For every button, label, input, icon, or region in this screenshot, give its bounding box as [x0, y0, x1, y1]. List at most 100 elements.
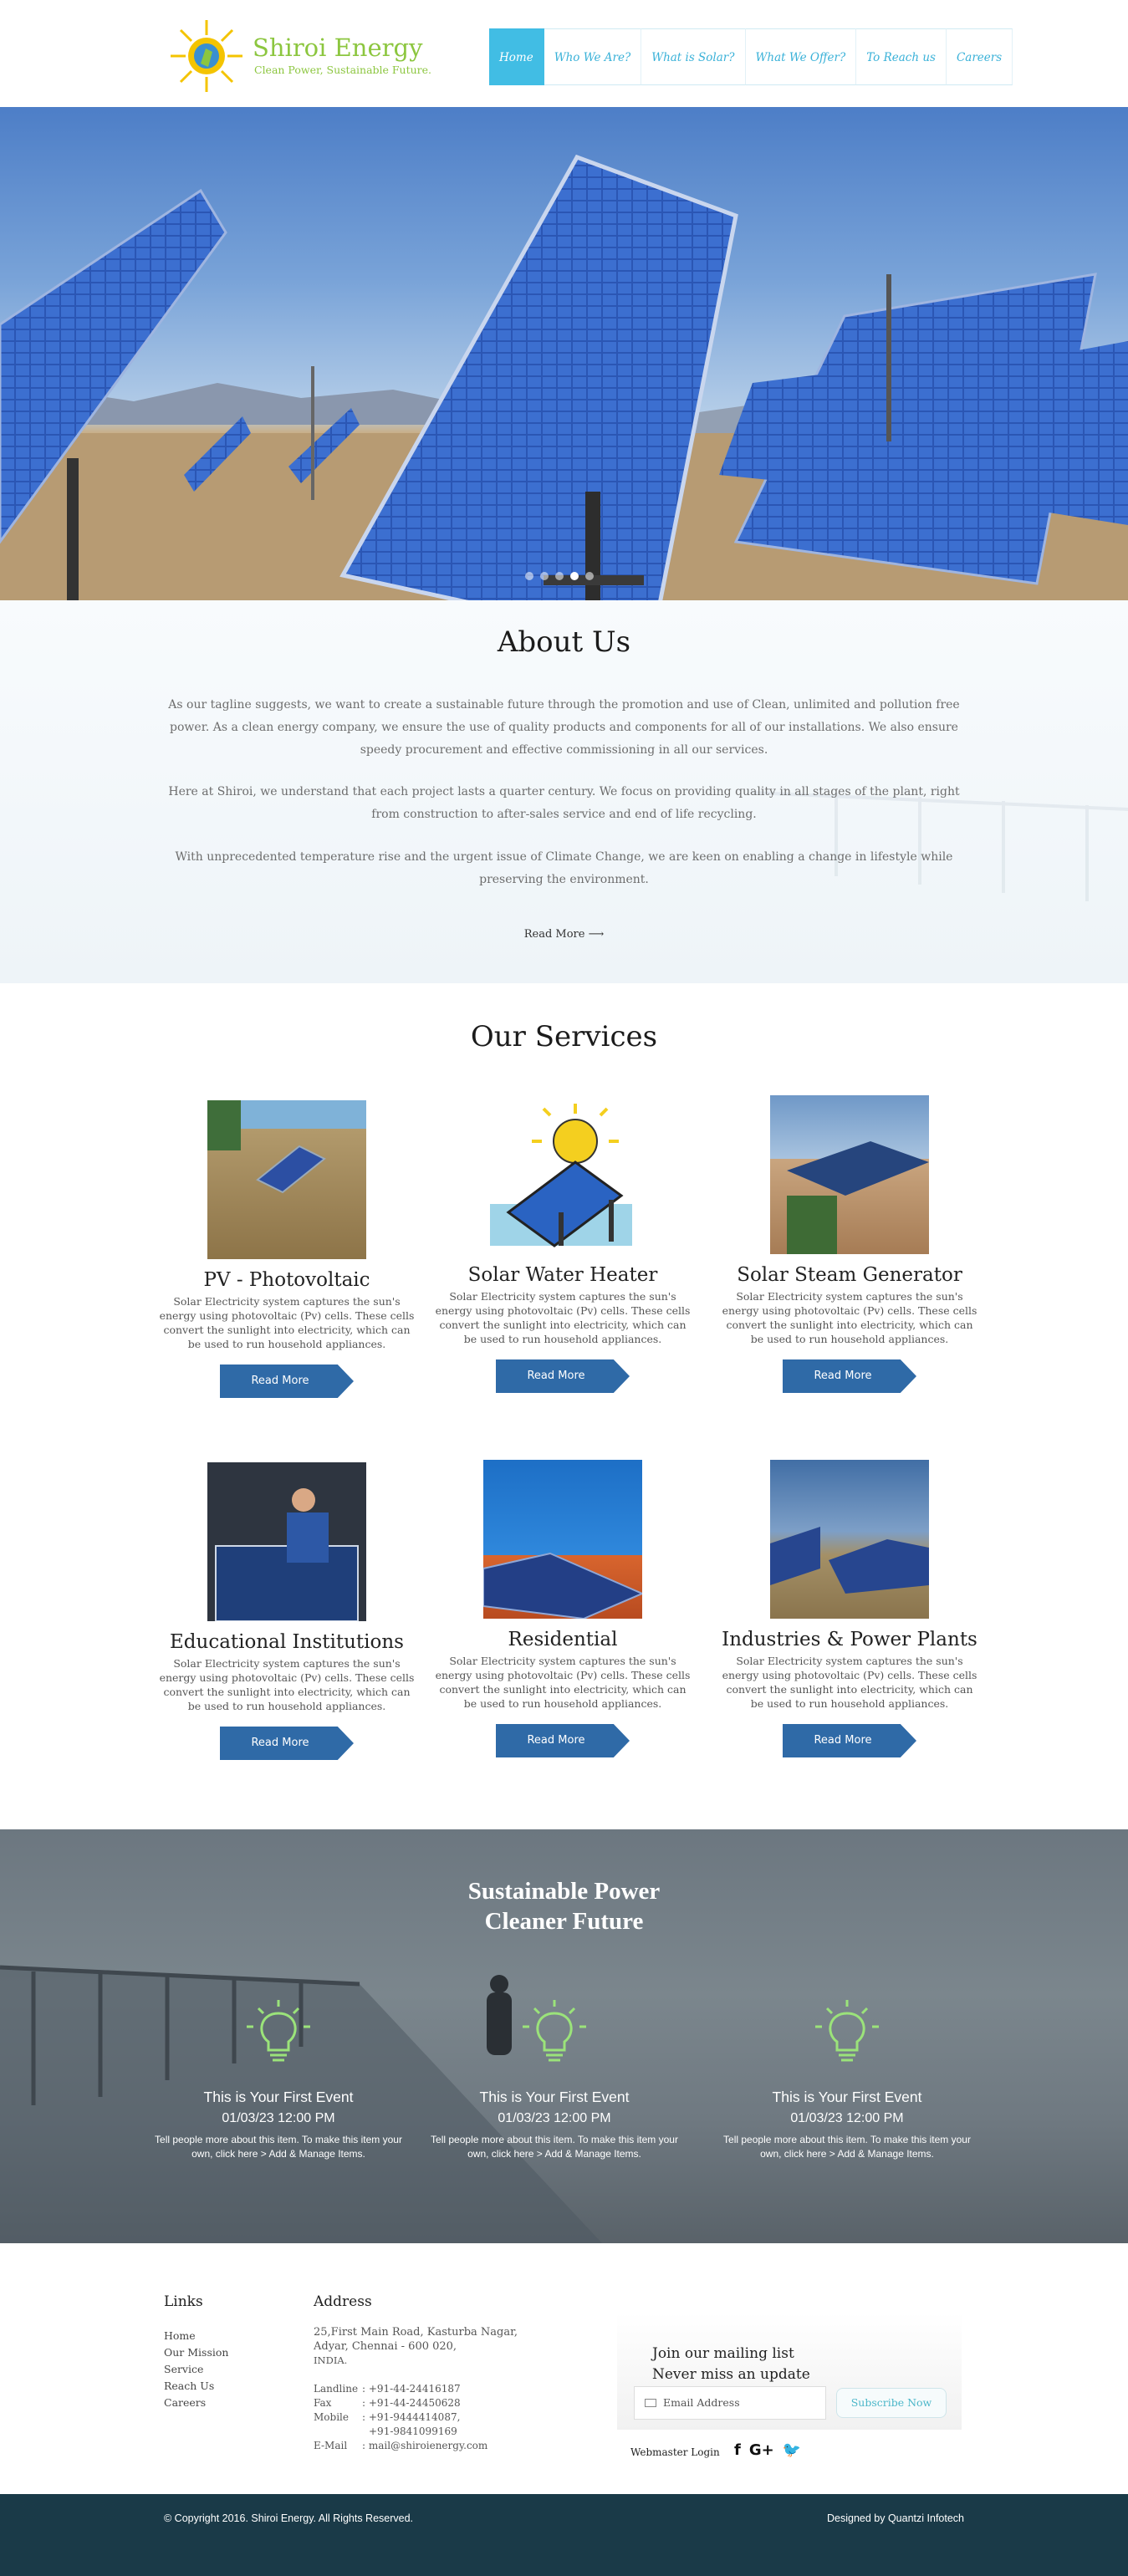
button-label: Read More [251, 1737, 309, 1749]
solar-panels-hero-image [0, 154, 1128, 600]
service-card: Industries & Power Plants Solar Electric… [716, 1460, 983, 1761]
envelope-icon [645, 2399, 656, 2407]
events-title-line: Sustainable Power [467, 1878, 661, 1905]
nav-home[interactable]: Home [489, 28, 544, 85]
email-placeholder: Email Address [663, 2396, 740, 2409]
contact-label: Landline [314, 2383, 359, 2395]
button-label: Read More [814, 1734, 872, 1747]
events-section: Sustainable Power Cleaner Future This is… [0, 1829, 1128, 2243]
sun-panel-illustration [483, 1095, 642, 1254]
event-date: 01/03/23 12:00 PM [222, 2111, 335, 2125]
footer-link-service[interactable]: Service [164, 2361, 228, 2378]
address-block: 25,First Main Road, Kasturba Nagar, Adya… [314, 2325, 518, 2368]
event-title[interactable]: This is Your First Event [416, 2089, 692, 2106]
service-read-more-button[interactable]: Read More [496, 1724, 630, 1757]
nav-what-we-offer[interactable]: What We Offer? [745, 28, 857, 85]
student-solar-panel-image [207, 1462, 366, 1621]
google-plus-icon[interactable]: G+ [749, 2441, 774, 2459]
contact-label: Mobile [314, 2411, 349, 2423]
footer-link-mission[interactable]: Our Mission [164, 2344, 228, 2361]
about-section: About Us As our tagline suggests, we wan… [0, 600, 1128, 983]
service-read-more-button[interactable]: Read More [220, 1727, 354, 1760]
links-heading: Links [164, 2293, 203, 2310]
services-title: Our Services [470, 1020, 658, 1053]
footer-link-careers[interactable]: Careers [164, 2395, 228, 2411]
lightbulb-icon [815, 2000, 879, 2062]
service-read-more-button[interactable]: Read More [220, 1365, 354, 1398]
service-title: Residential [508, 1629, 618, 1650]
house-roof-solar-image [770, 1095, 929, 1254]
brand-name[interactable]: Shiroi Energy [253, 33, 422, 62]
site-header: Shiroi Energy Clean Power, Sustainable F… [0, 0, 1128, 107]
event-title[interactable]: This is Your First Event [709, 2089, 985, 2106]
lightbulb-icon [247, 2000, 310, 2062]
about-read-more-link[interactable]: Read More ⟶ [0, 928, 1128, 941]
nav-who-we-are[interactable]: Who We Are? [544, 28, 642, 85]
email-field[interactable]: Email Address [634, 2386, 826, 2420]
button-label: Read More [251, 1375, 309, 1387]
designer-credit[interactable]: Designed by Quantzi Infotech [827, 2512, 964, 2524]
service-description: Solar Electricity system captures the su… [159, 1657, 415, 1712]
main-nav: Home Who We Are? What is Solar? What We … [489, 28, 1013, 85]
service-read-more-button[interactable]: Read More [783, 1359, 916, 1393]
hero-slideshow[interactable] [0, 107, 1128, 600]
contact-value: : +91-44-24416187 [362, 2383, 461, 2395]
service-description: Solar Electricity system captures the su… [435, 1290, 691, 1345]
nav-to-reach-us[interactable]: To Reach us [856, 28, 947, 85]
event-date: 01/03/23 12:00 PM [498, 2111, 611, 2125]
service-title: Industries & Power Plants [722, 1629, 977, 1650]
contact-label: E-Mail [314, 2440, 348, 2451]
service-read-more-button[interactable]: Read More [783, 1724, 916, 1757]
slide-dot[interactable] [540, 572, 549, 580]
event-item: This is Your First Event 01/03/23 12:00 … [416, 2000, 692, 2161]
slide-dot[interactable] [585, 572, 594, 580]
service-description: Solar Electricity system captures the su… [159, 1295, 415, 1350]
read-more-label: Read More [523, 928, 585, 941]
slide-dot-active[interactable] [570, 572, 579, 580]
address-heading: Address [314, 2293, 372, 2310]
slide-dots [525, 572, 594, 580]
contact-value: : +91-44-24450628 [362, 2397, 461, 2409]
service-card: Educational Institutions Solar Electrici… [153, 1462, 421, 1763]
thatched-roof-solar-image [207, 1100, 366, 1259]
button-label: Read More [527, 1370, 585, 1382]
event-title[interactable]: This is Your First Event [140, 2089, 416, 2106]
service-card: Residential Solar Electricity system cap… [429, 1460, 697, 1761]
mailing-list-form: Join our mailing list Never miss an upda… [617, 2313, 962, 2430]
twitter-icon[interactable]: 🐦 [783, 2441, 801, 2459]
contact-label: Fax [314, 2397, 332, 2409]
service-title: Educational Institutions [170, 1631, 404, 1653]
nav-what-is-solar[interactable]: What is Solar? [641, 28, 746, 85]
footer-link-home[interactable]: Home [164, 2328, 228, 2344]
service-card: PV - Photovoltaic Solar Electricity syst… [153, 1100, 421, 1401]
copyright-text: © Copyright 2016. Shiroi Energy. All Rig… [164, 2512, 414, 2524]
solar-farm-image [770, 1460, 929, 1619]
contact-email[interactable]: : mail@shiroienergy.com [362, 2439, 487, 2453]
mailing-text: Join our mailing list Never miss an upda… [652, 2344, 810, 2385]
sun-logo-icon[interactable] [169, 18, 244, 94]
contact-value: : +91-9444414087, [362, 2411, 461, 2423]
events-title: Sustainable Power Cleaner Future [0, 1876, 1128, 1936]
slide-dot[interactable] [555, 572, 564, 580]
subscribe-button[interactable]: Subscribe Now [836, 2388, 947, 2418]
nav-careers[interactable]: Careers [946, 28, 1013, 85]
footer-link-reach-us[interactable]: Reach Us [164, 2378, 228, 2395]
button-label: Read More [814, 1370, 872, 1382]
social-links: f G+ 🐦 [734, 2441, 801, 2459]
rooftop-panels-image [483, 1460, 642, 1619]
service-title: Solar Steam Generator [737, 1264, 962, 1286]
service-title: Solar Water Heater [467, 1264, 658, 1286]
address-line: INDIA. [314, 2354, 348, 2366]
webmaster-login-link[interactable]: Webmaster Login [630, 2446, 720, 2458]
event-item: This is Your First Event 01/03/23 12:00 … [709, 2000, 985, 2161]
service-description: Solar Electricity system captures the su… [435, 1655, 691, 1710]
service-read-more-button[interactable]: Read More [496, 1359, 630, 1393]
address-line: Adyar, Chennai - 600 020, [314, 2340, 457, 2353]
facebook-icon[interactable]: f [734, 2441, 741, 2459]
mailing-line: Join our mailing list [652, 2345, 794, 2362]
mailing-line: Never miss an update [652, 2366, 810, 2383]
event-item: This is Your First Event 01/03/23 12:00 … [140, 2000, 416, 2161]
slide-dot[interactable] [525, 572, 533, 580]
service-description: Solar Electricity system captures the su… [722, 1655, 977, 1710]
contact-value: +91-9841099169 [369, 2426, 457, 2437]
